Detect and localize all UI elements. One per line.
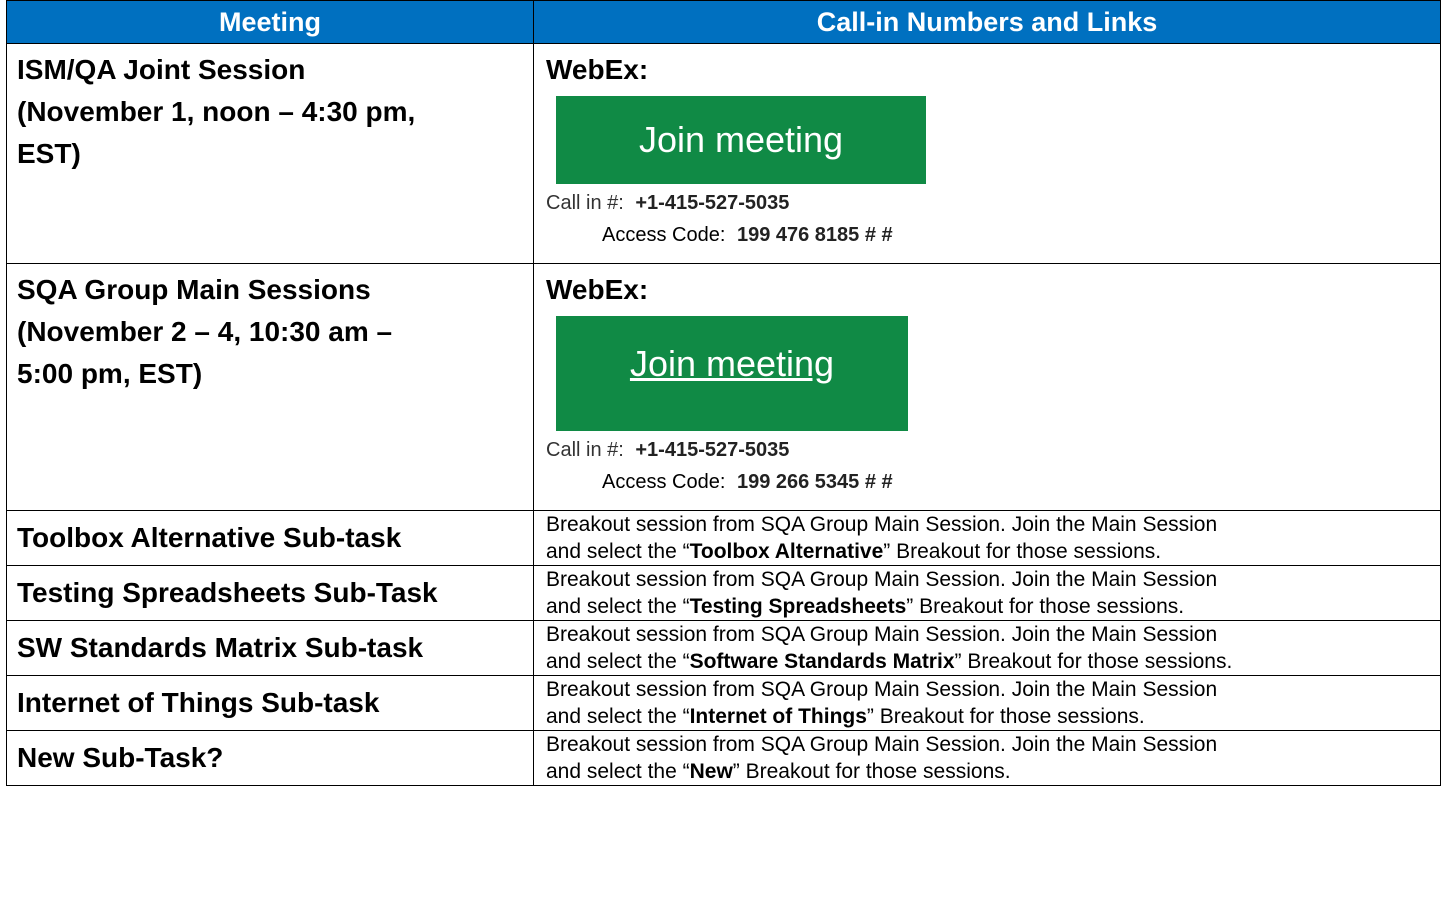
call-in-line: Call in #: +1-415-527-5035 bbox=[546, 190, 1430, 216]
subtask-row-new: New Sub-Task? Breakout session from SQA … bbox=[6, 730, 1441, 786]
meeting-cell: SQA Group Main Sessions (November 2 – 4,… bbox=[6, 263, 534, 511]
breakout-name: Testing Spreadsheets bbox=[689, 595, 907, 618]
selection-suffix: ” Breakout for those sessions. bbox=[732, 760, 1011, 783]
description-line: Breakout session from SQA Group Main Ses… bbox=[546, 568, 1218, 591]
selection-suffix: ” Breakout for those sessions. bbox=[866, 705, 1145, 728]
join-meeting-link-button[interactable]: Join meeting bbox=[556, 316, 908, 431]
webex-label: WebEx: bbox=[546, 54, 649, 85]
selection-suffix: ” Breakout for those sessions. bbox=[906, 595, 1185, 618]
subtask-row-sw-standards: SW Standards Matrix Sub-task Breakout se… bbox=[6, 620, 1441, 676]
meeting-timezone: EST) bbox=[17, 138, 81, 169]
subtask-description: Breakout session from SQA Group Main Ses… bbox=[533, 565, 1441, 621]
call-in-number: +1-415-527-5035 bbox=[635, 192, 790, 214]
access-code-value: 199 476 8185 # # bbox=[736, 224, 893, 246]
description-selection: and select the “Testing Spreadsheets” Br… bbox=[546, 593, 1432, 620]
meeting-date: (November 1, noon – 4:30 pm, bbox=[17, 96, 416, 127]
call-in-label: Call in #: bbox=[546, 192, 624, 214]
selection-prefix: and select the “ bbox=[546, 540, 690, 563]
meeting-title: SQA Group Main Sessions bbox=[17, 274, 371, 305]
selection-prefix: and select the “ bbox=[546, 650, 690, 673]
breakout-name: Software Standards Matrix bbox=[689, 650, 955, 673]
subtask-name: Internet of Things Sub-task bbox=[6, 675, 534, 731]
selection-prefix: and select the “ bbox=[546, 760, 690, 783]
link-cell: WebEx: Join meeting Call in #: +1-415-52… bbox=[533, 43, 1441, 264]
access-code-line: Access Code: 199 266 5345 # # bbox=[602, 467, 1430, 497]
subtask-description: Breakout session from SQA Group Main Ses… bbox=[533, 730, 1441, 786]
header-call-in: Call-in Numbers and Links bbox=[533, 0, 1441, 44]
subtask-name: Toolbox Alternative Sub-task bbox=[6, 510, 534, 566]
subtask-row-iot: Internet of Things Sub-task Breakout ses… bbox=[6, 675, 1441, 731]
subtask-row-testing-spreadsheets: Testing Spreadsheets Sub-Task Breakout s… bbox=[6, 565, 1441, 621]
access-code-line: Access Code: 199 476 8185 # # bbox=[602, 220, 1430, 250]
breakout-name: Toolbox Alternative bbox=[689, 540, 884, 563]
call-in-line: Call in #: +1-415-527-5035 bbox=[546, 437, 1430, 463]
selection-suffix: ” Breakout for those sessions. bbox=[954, 650, 1233, 673]
join-meeting-link-text[interactable]: Join meeting bbox=[630, 343, 834, 384]
call-in-label: Call in #: bbox=[546, 439, 624, 461]
description-line: Breakout session from SQA Group Main Ses… bbox=[546, 678, 1218, 701]
subtask-name: New Sub-Task? bbox=[6, 730, 534, 786]
subtask-description: Breakout session from SQA Group Main Ses… bbox=[533, 510, 1441, 566]
description-line: Breakout session from SQA Group Main Ses… bbox=[546, 733, 1218, 756]
subtask-description: Breakout session from SQA Group Main Ses… bbox=[533, 675, 1441, 731]
access-code-label: Access Code: bbox=[602, 224, 726, 246]
meeting-title: ISM/QA Joint Session bbox=[17, 54, 306, 85]
meeting-cell: ISM/QA Joint Session (November 1, noon –… bbox=[6, 43, 534, 264]
access-code-value: 199 266 5345 # # bbox=[736, 471, 893, 493]
session-row-sqa-main: SQA Group Main Sessions (November 2 – 4,… bbox=[6, 263, 1441, 511]
webex-label: WebEx: bbox=[546, 274, 649, 305]
breakout-name: Internet of Things bbox=[689, 705, 867, 728]
call-in-number: +1-415-527-5035 bbox=[635, 439, 790, 461]
selection-suffix: ” Breakout for those sessions. bbox=[883, 540, 1162, 563]
meeting-date: (November 2 – 4, 10:30 am – bbox=[17, 316, 393, 347]
subtask-name: SW Standards Matrix Sub-task bbox=[6, 620, 534, 676]
breakout-name: New bbox=[689, 760, 733, 783]
meeting-schedule-table: Meeting Call-in Numbers and Links ISM/QA… bbox=[6, 0, 1441, 786]
description-selection: and select the “New” Breakout for those … bbox=[546, 758, 1432, 785]
subtask-row-toolbox: Toolbox Alternative Sub-task Breakout se… bbox=[6, 510, 1441, 566]
header-meeting: Meeting bbox=[6, 0, 534, 44]
subtask-description: Breakout session from SQA Group Main Ses… bbox=[533, 620, 1441, 676]
subtask-name: Testing Spreadsheets Sub-Task bbox=[6, 565, 534, 621]
session-row-ism-qa: ISM/QA Joint Session (November 1, noon –… bbox=[6, 43, 1441, 264]
description-line: Breakout session from SQA Group Main Ses… bbox=[546, 623, 1218, 646]
meeting-timezone: 5:00 pm, EST) bbox=[17, 358, 203, 389]
description-selection: and select the “Toolbox Alternative” Bre… bbox=[546, 538, 1432, 565]
header-row: Meeting Call-in Numbers and Links bbox=[6, 0, 1441, 44]
join-meeting-button[interactable]: Join meeting bbox=[556, 96, 926, 184]
link-cell: WebEx: Join meeting Call in #: +1-415-52… bbox=[533, 263, 1441, 511]
description-line: Breakout session from SQA Group Main Ses… bbox=[546, 513, 1218, 536]
selection-prefix: and select the “ bbox=[546, 705, 690, 728]
selection-prefix: and select the “ bbox=[546, 595, 690, 618]
description-selection: and select the “Software Standards Matri… bbox=[546, 648, 1432, 675]
description-selection: and select the “Internet of Things” Brea… bbox=[546, 703, 1432, 730]
access-code-label: Access Code: bbox=[602, 471, 726, 493]
